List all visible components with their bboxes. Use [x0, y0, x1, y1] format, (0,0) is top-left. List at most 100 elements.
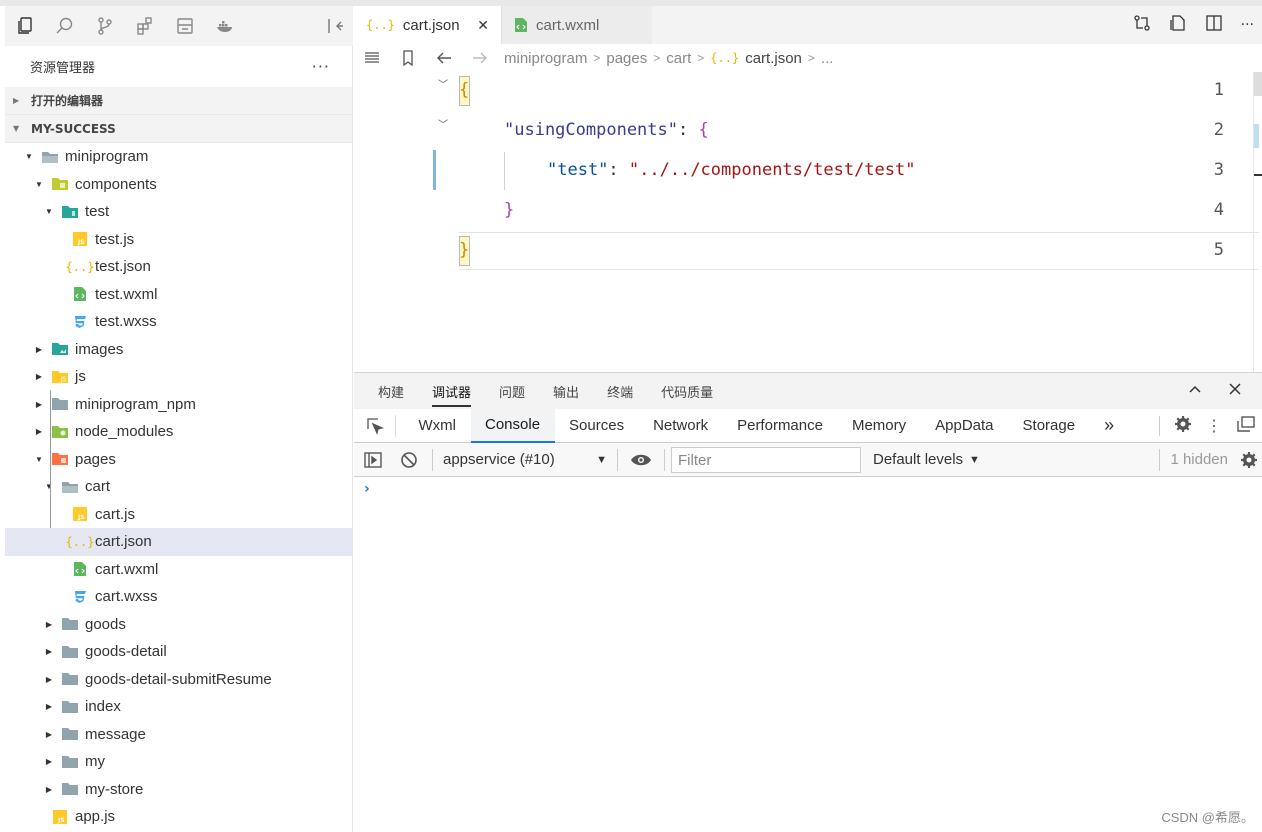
chevron-down-icon[interactable]: ▼: [43, 482, 55, 491]
chevron-right-icon[interactable]: ▶: [43, 730, 55, 739]
tree-item[interactable]: ▶ images: [5, 336, 352, 364]
tree-item[interactable]: ▶ message: [5, 721, 352, 749]
tab-memory[interactable]: Memory: [837, 409, 920, 443]
tree-item[interactable]: ▶ miniprogram_npm: [5, 391, 352, 419]
settings-gear-icon[interactable]: [1174, 415, 1192, 437]
tree-item[interactable]: ▶ my-store: [5, 776, 352, 804]
tree-item[interactable]: test.wxml: [5, 281, 352, 309]
tab-storage[interactable]: Storage: [1008, 409, 1090, 443]
tree-item[interactable]: cart.wxml: [5, 556, 352, 584]
chevron-right-icon[interactable]: ▶: [33, 427, 45, 436]
tab-network[interactable]: Network: [639, 409, 723, 443]
tree-item[interactable]: ▼ test: [5, 198, 352, 226]
chevron-right-icon[interactable]: ▶: [43, 702, 55, 711]
chevron-down-icon[interactable]: ▼: [33, 180, 45, 189]
tree-item[interactable]: ▶ goods: [5, 611, 352, 639]
tree-item[interactable]: ▶ my: [5, 748, 352, 776]
tree-item[interactable]: JS test.js: [5, 226, 352, 254]
docker-icon[interactable]: [205, 6, 245, 46]
tab-appdata[interactable]: AppData: [921, 409, 1008, 443]
fold-chevron-icon[interactable]: ﹀: [438, 116, 448, 131]
tree-item[interactable]: JS app.js: [5, 803, 352, 831]
collapse-sidebar-icon[interactable]: [325, 16, 345, 36]
tab-wxml[interactable]: Wxml: [404, 409, 471, 443]
tree-item[interactable]: ▶ node_modules: [5, 418, 352, 446]
context-select[interactable]: appservice (#10) ▼: [439, 451, 611, 468]
console-settings-icon[interactable]: [1236, 451, 1262, 469]
tree-item[interactable]: cart.wxss: [5, 583, 352, 611]
more-icon[interactable]: ···: [1241, 16, 1254, 34]
chevron-down-icon[interactable]: ▼: [43, 207, 55, 216]
chevron-down-icon[interactable]: ▼: [23, 152, 35, 161]
tab-cart-wxml[interactable]: cart.wxml: [501, 6, 652, 44]
tree-item[interactable]: ▼ pages: [5, 446, 352, 474]
close-panel-icon[interactable]: [1228, 382, 1242, 400]
sidebar-toggle-icon[interactable]: [354, 451, 392, 469]
tab-debugger[interactable]: 调试器: [418, 373, 485, 409]
forward-arrow-icon[interactable]: [462, 51, 498, 65]
editor-scrollbar[interactable]: [1253, 72, 1262, 372]
chevron-right-icon[interactable]: ▶: [43, 675, 55, 684]
tab-problems[interactable]: 问题: [485, 373, 539, 409]
split-editor-icon[interactable]: [1205, 14, 1223, 36]
project-section[interactable]: ▼ MY-SUCCESS: [5, 115, 352, 143]
chevron-right-icon[interactable]: ▶: [43, 757, 55, 766]
bookmark-icon[interactable]: [390, 50, 426, 66]
chevron-right-icon[interactable]: ▶: [43, 620, 55, 629]
breadcrumb-segment[interactable]: ...: [821, 50, 834, 67]
storage-icon[interactable]: [165, 6, 205, 46]
tree-item[interactable]: ▶ goods-detail-submitResume: [5, 666, 352, 694]
maximize-panel-icon[interactable]: [1188, 382, 1202, 400]
tab-code-quality[interactable]: 代码质量: [647, 373, 727, 409]
back-arrow-icon[interactable]: [426, 51, 462, 65]
chevron-down-icon[interactable]: ▼: [33, 455, 45, 464]
kebab-menu-icon[interactable]: ⋮: [1206, 416, 1222, 436]
tree-item[interactable]: ▼ components: [5, 171, 352, 199]
tab-performance[interactable]: Performance: [723, 409, 838, 443]
tab-terminal[interactable]: 终端: [593, 373, 647, 409]
clear-console-icon[interactable]: [392, 451, 426, 469]
compare-icon[interactable]: [1133, 14, 1151, 36]
tab-output[interactable]: 输出: [539, 373, 593, 409]
tree-item[interactable]: {..} cart.json: [5, 528, 352, 556]
breadcrumb-segment[interactable]: miniprogram: [504, 50, 587, 67]
tree-item[interactable]: test.wxss: [5, 308, 352, 336]
tree-item[interactable]: ▼ cart: [5, 473, 352, 501]
chevron-right-icon[interactable]: ▶: [33, 372, 45, 381]
more-actions-icon[interactable]: ···: [312, 57, 330, 76]
tab-cart-json[interactable]: {..} cart.json ✕: [354, 6, 501, 44]
tree-item[interactable]: ▶ goods-detail: [5, 638, 352, 666]
code-editor[interactable]: 1 2 3 4 5 ﹀ ﹀ { "usingComponents": { "te…: [354, 72, 1259, 372]
breadcrumb-segment[interactable]: pages: [606, 50, 647, 67]
open-preview-icon[interactable]: [1169, 14, 1187, 36]
outline-list-icon[interactable]: [354, 51, 390, 65]
breadcrumb-segment[interactable]: cart.json: [745, 50, 802, 67]
undock-icon[interactable]: [1236, 415, 1256, 437]
more-tabs-icon[interactable]: »: [1090, 409, 1129, 443]
tab-console[interactable]: Console: [470, 408, 555, 443]
breadcrumb-segment[interactable]: cart: [666, 50, 691, 67]
tree-item[interactable]: JS cart.js: [5, 501, 352, 529]
console-prompt[interactable]: ›: [364, 481, 370, 497]
fold-chevron-icon[interactable]: ﹀: [438, 76, 448, 91]
chevron-right-icon[interactable]: ▶: [33, 345, 45, 354]
tree-item[interactable]: {..} test.json: [5, 253, 352, 281]
tab-build[interactable]: 构建: [364, 373, 418, 409]
filter-input[interactable]: Filter: [671, 446, 861, 473]
tree-item[interactable]: ▶ JS js: [5, 363, 352, 391]
chevron-right-icon[interactable]: ▶: [33, 400, 45, 409]
log-levels-select[interactable]: Default levels ▼: [873, 451, 980, 468]
source-control-icon[interactable]: [85, 6, 125, 46]
explorer-icon[interactable]: [5, 6, 45, 46]
close-icon[interactable]: ✕: [477, 17, 489, 34]
chevron-right-icon[interactable]: ▶: [43, 647, 55, 656]
search-icon[interactable]: [45, 6, 85, 46]
tree-item[interactable]: ▼ miniprogram: [5, 143, 352, 171]
open-editors-section[interactable]: ▶ 打开的编辑器: [5, 87, 352, 115]
chevron-right-icon[interactable]: ▶: [43, 785, 55, 794]
inspect-element-icon[interactable]: [354, 414, 396, 437]
tree-item[interactable]: ▶ index: [5, 693, 352, 721]
eye-icon[interactable]: [624, 453, 658, 467]
extensions-icon[interactable]: [125, 6, 165, 46]
tab-sources[interactable]: Sources: [555, 409, 639, 443]
